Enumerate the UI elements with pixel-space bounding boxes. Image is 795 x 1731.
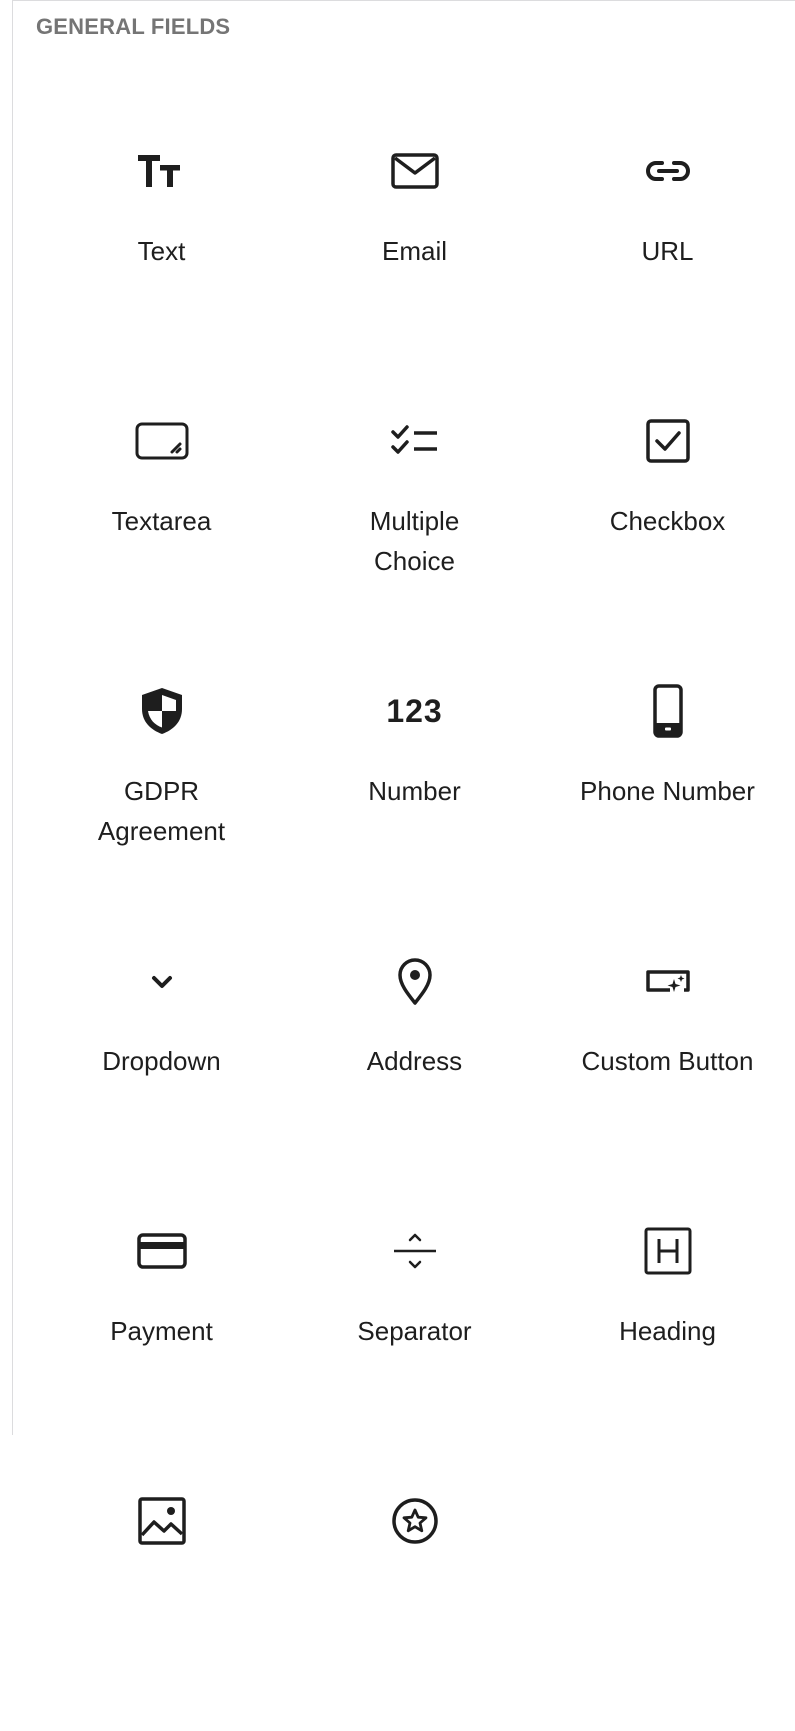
block-image[interactable] — [35, 1461, 288, 1731]
block-label: URL — [641, 236, 694, 266]
block-label: Heading — [619, 1316, 716, 1346]
heading-icon — [640, 1223, 696, 1279]
star-badge-icon — [387, 1493, 443, 1549]
location-pin-icon — [387, 953, 443, 1009]
block-address[interactable]: Address — [288, 921, 541, 1191]
block-label: Text — [137, 236, 186, 266]
block-url[interactable]: URL — [541, 111, 794, 381]
block-label: Number — [368, 776, 461, 806]
block-separator[interactable]: Separator — [288, 1191, 541, 1461]
block-label: Separator — [357, 1316, 472, 1346]
block-checkbox[interactable]: Checkbox — [541, 381, 794, 651]
checkbox-icon — [640, 413, 696, 469]
image-icon — [134, 1493, 190, 1549]
block-label: Address — [366, 1046, 463, 1076]
link-icon — [640, 143, 696, 199]
number-icon-text: 123 — [386, 692, 443, 729]
credit-card-icon — [134, 1223, 190, 1279]
block-label: Multiple Choice — [369, 506, 460, 576]
block-label: Email — [381, 236, 447, 266]
block-number[interactable]: 123 Number — [288, 651, 541, 921]
phone-icon — [640, 683, 696, 739]
chevron-down-icon — [134, 953, 190, 1009]
block-text[interactable]: Text — [35, 111, 288, 381]
block-multiple-choice[interactable]: Multiple Choice — [288, 381, 541, 651]
checklist-icon — [387, 413, 443, 469]
block-star-badge[interactable] — [288, 1461, 541, 1731]
textarea-icon — [134, 413, 190, 469]
block-label: Textarea — [111, 506, 212, 536]
block-gdpr-agreement[interactable]: GDPR Agreement — [35, 651, 288, 921]
separator-icon — [387, 1223, 443, 1279]
block-label: GDPR Agreement — [97, 776, 226, 846]
section-title: GENERAL FIELDS — [36, 14, 231, 39]
block-payment[interactable]: Payment — [35, 1191, 288, 1461]
block-label: Custom Button — [581, 1046, 754, 1076]
block-label: Payment — [110, 1316, 213, 1346]
text-format-icon — [134, 143, 190, 199]
custom-button-icon — [640, 953, 696, 1009]
block-label: Phone Number — [580, 776, 755, 806]
block-heading[interactable]: Heading — [541, 1191, 794, 1461]
envelope-icon — [387, 143, 443, 199]
number-icon: 123 — [386, 683, 443, 739]
block-custom-button[interactable]: Custom Button — [541, 921, 794, 1191]
block-inserter-panel: GENERAL FIELDS Text Email URL Textarea M… — [12, 0, 795, 1545]
block-label: Checkbox — [609, 506, 726, 536]
block-textarea[interactable]: Textarea — [35, 381, 288, 651]
block-grid: Text Email URL Textarea Multiple Choice … — [35, 111, 795, 1731]
block-dropdown[interactable]: Dropdown — [35, 921, 288, 1191]
shield-icon — [134, 683, 190, 739]
block-email[interactable]: Email — [288, 111, 541, 381]
block-phone-number[interactable]: Phone Number — [541, 651, 794, 921]
block-label: Dropdown — [102, 1046, 221, 1076]
